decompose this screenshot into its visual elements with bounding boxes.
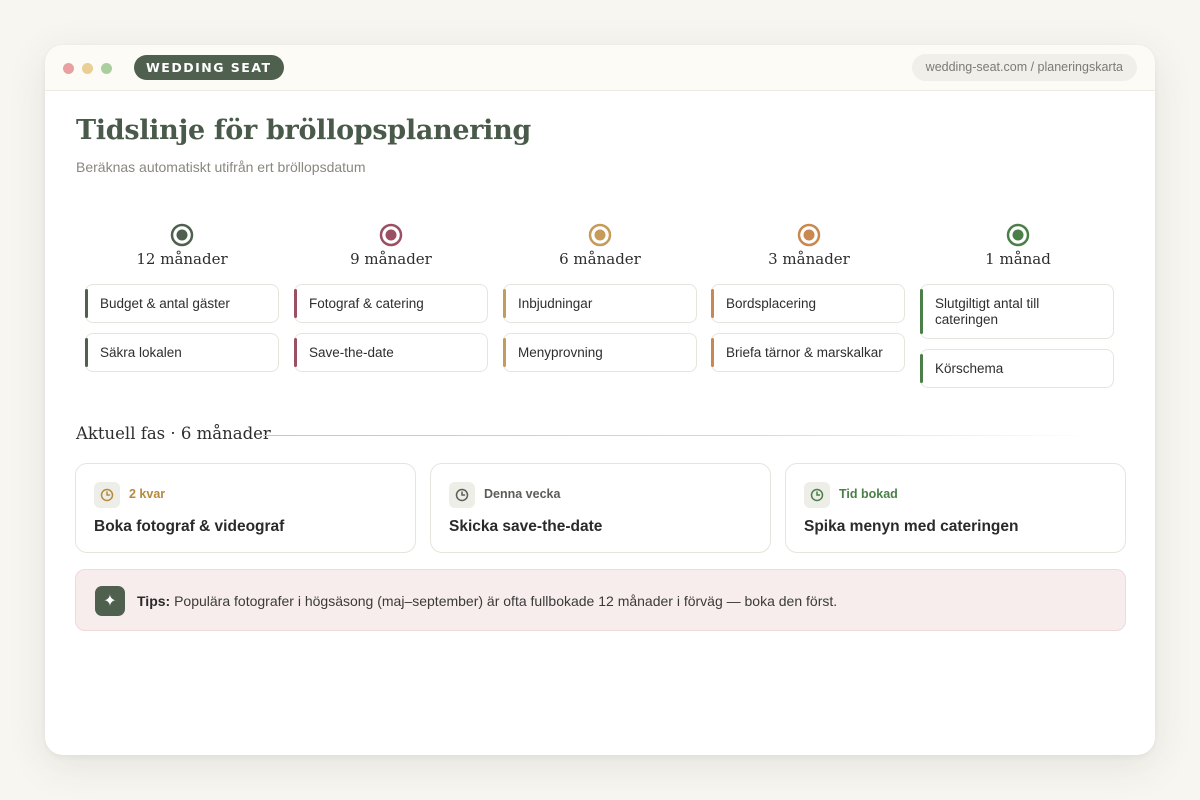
task-card[interactable]: Fotograf & catering (294, 284, 488, 323)
clock-icon (94, 482, 120, 508)
task-card[interactable]: Säkra lokalen (85, 333, 279, 372)
current-task-card[interactable]: Denna vecka Skicka save-the-date (430, 463, 771, 553)
task-card[interactable]: Budget & antal gäster (85, 284, 279, 323)
stage-label-9: 9 månader (350, 250, 432, 268)
task-status-tag: Denna vecka (484, 487, 561, 501)
timeline-node-12[interactable] (170, 223, 194, 247)
task-card[interactable]: Inbjudningar (503, 284, 697, 323)
title-bar: WEDDING SEAT wedding-seat.com / planerin… (45, 45, 1155, 91)
page-title: Tidslinje för bröllopsplanering (76, 115, 532, 146)
close-dot[interactable] (63, 63, 74, 74)
timeline-track (105, 223, 1096, 247)
url-bar[interactable]: wedding-seat.com / planeringskarta (911, 54, 1137, 81)
task-card[interactable]: Slutgiltigt antal till cateringen (920, 284, 1114, 339)
timeline-node-3[interactable] (797, 223, 821, 247)
task-card[interactable]: Save-the-date (294, 333, 488, 372)
task-card[interactable]: Briefa tärnor & marskalkar (711, 333, 905, 372)
section-divider (263, 435, 1093, 436)
timeline-node-1[interactable] (1006, 223, 1030, 247)
task-card[interactable]: Körschema (920, 349, 1114, 388)
tips-body: Populära fotografer i högsäsong (maj–sep… (174, 593, 838, 609)
stage-label-6: 6 månader (559, 250, 641, 268)
tips-label: Tips: (137, 593, 171, 609)
task-title: Boka fotograf & videograf (94, 518, 285, 535)
task-status-tag: Tid bokad (839, 487, 898, 501)
timeline-node-9[interactable] (379, 223, 403, 247)
window-controls (63, 63, 112, 74)
stage-label-12: 12 månader (136, 250, 228, 268)
timeline-node-6[interactable] (588, 223, 612, 247)
tips-text: Tips: Populära fotografer i högsäsong (m… (137, 593, 837, 609)
clock-icon (804, 482, 830, 508)
current-phase-heading: Aktuell fas · 6 månader (76, 424, 271, 443)
tips-banner: ✦ Tips: Populära fotografer i högsäsong … (75, 569, 1126, 631)
sparkle-icon: ✦ (95, 586, 125, 616)
maximize-dot[interactable] (101, 63, 112, 74)
page-subtitle: Beräknas automatiskt utifrån ert bröllop… (76, 159, 366, 175)
task-title: Skicka save-the-date (449, 518, 603, 535)
current-task-card[interactable]: Tid bokad Spika menyn med cateringen (785, 463, 1126, 553)
minimize-dot[interactable] (82, 63, 93, 74)
task-status-tag: 2 kvar (129, 487, 166, 501)
brand-badge[interactable]: WEDDING SEAT (134, 55, 284, 80)
task-card[interactable]: Bordsplacering (711, 284, 905, 323)
clock-icon (449, 482, 475, 508)
stage-label-1: 1 månad (985, 250, 1051, 268)
stage-label-3: 3 månader (768, 250, 850, 268)
task-title: Spika menyn med cateringen (804, 518, 1019, 535)
current-task-card[interactable]: 2 kvar Boka fotograf & videograf (75, 463, 416, 553)
task-card[interactable]: Menyprovning (503, 333, 697, 372)
browser-window: WEDDING SEAT wedding-seat.com / planerin… (45, 45, 1155, 755)
